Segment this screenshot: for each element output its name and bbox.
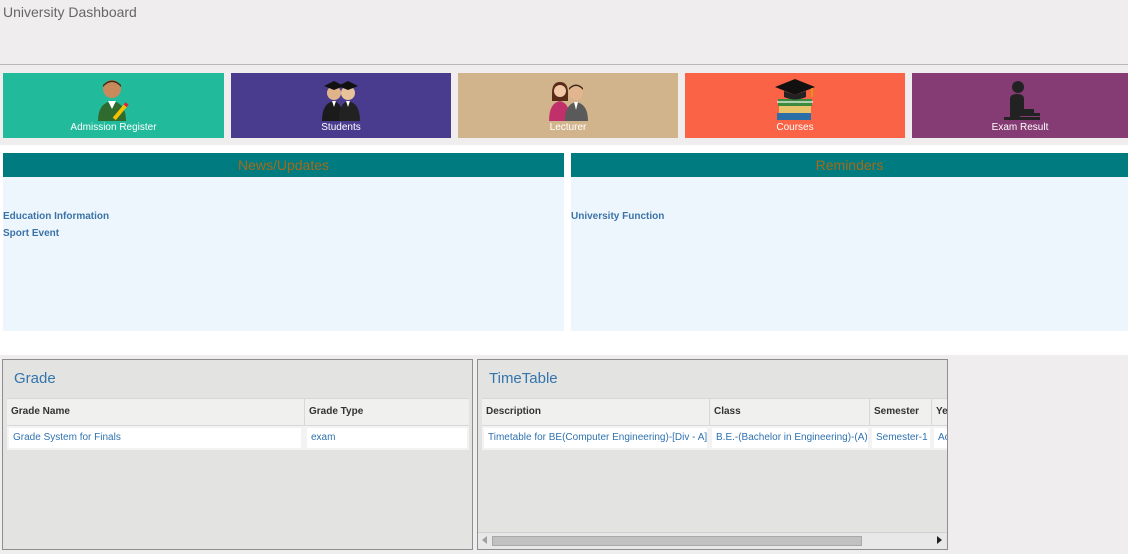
timetable-grid: TimeTable Description Class Semester Ye …: [477, 359, 948, 550]
admission-register-icon: [97, 80, 129, 121]
scroll-left-icon[interactable]: [482, 536, 487, 544]
books-graduation-cap-icon: [775, 79, 815, 120]
grade-name-cell[interactable]: Grade System for Finals: [9, 428, 301, 448]
tile-label: Lecturer: [549, 122, 587, 133]
lecturer-icon: [549, 82, 588, 121]
tile-admission-register[interactable]: Admission Register: [3, 73, 224, 138]
dashboard-header: University Dashboard: [0, 0, 1128, 65]
grade-type-cell[interactable]: exam: [307, 428, 467, 448]
tile-students[interactable]: Students: [231, 73, 451, 138]
scrollbar-thumb[interactable]: [492, 536, 862, 546]
tile-courses[interactable]: Courses: [685, 73, 905, 138]
column-header-description[interactable]: Description: [482, 399, 710, 425]
student-writing-icon: [1004, 81, 1040, 120]
tile-label: Exam Result: [991, 122, 1049, 133]
reminders-header: Reminders: [571, 153, 1128, 177]
scroll-right-icon[interactable]: [937, 536, 942, 544]
timetable-table-header: Description Class Semester Ye: [482, 398, 947, 426]
news-item-sport-event[interactable]: Sport Event: [3, 228, 59, 239]
graduates-icon: [322, 81, 360, 121]
news-updates-header: News/Updates: [3, 153, 564, 177]
table-row[interactable]: Timetable for BE(Computer Engineering)-[…: [482, 426, 947, 450]
news-updates-panel: [3, 177, 564, 331]
horizontal-scrollbar[interactable]: [478, 532, 946, 549]
column-header-year[interactable]: Ye: [932, 399, 947, 425]
tile-exam-result[interactable]: Exam Result: [912, 73, 1128, 138]
column-header-grade-type[interactable]: Grade Type: [305, 399, 469, 425]
timetable-title: TimeTable: [489, 370, 558, 387]
grade-table-header: Grade Name Grade Type: [7, 398, 469, 426]
timetable-description-cell[interactable]: Timetable for BE(Computer Engineering)-[…: [484, 428, 707, 448]
timetable-year-cell[interactable]: Ac: [934, 428, 947, 448]
grade-title: Grade: [14, 370, 56, 387]
quick-access-tiles: Admission Register Students Lecturer Cou…: [0, 73, 1128, 138]
tile-label: Students: [321, 122, 361, 133]
grade-grid: Grade Grade Name Grade Type Grade System…: [2, 359, 473, 550]
timetable-class-cell[interactable]: B.E.-(Bachelor in Engineering)-(A): [712, 428, 868, 448]
reminders-panel: [571, 177, 1128, 331]
tile-lecturer[interactable]: Lecturer: [458, 73, 678, 138]
column-header-semester[interactable]: Semester: [870, 399, 932, 425]
column-header-class[interactable]: Class: [710, 399, 870, 425]
timetable-semester-cell[interactable]: Semester-1: [872, 428, 930, 448]
table-row[interactable]: Grade System for Finals exam: [7, 426, 469, 450]
news-item-education-information[interactable]: Education Information: [3, 211, 109, 222]
tile-label: Courses: [776, 122, 814, 133]
tile-label: Admission Register: [70, 122, 157, 133]
reminder-item-university-function[interactable]: University Function: [571, 211, 664, 222]
column-header-grade-name[interactable]: Grade Name: [7, 399, 305, 425]
page-title: University Dashboard: [3, 4, 137, 20]
